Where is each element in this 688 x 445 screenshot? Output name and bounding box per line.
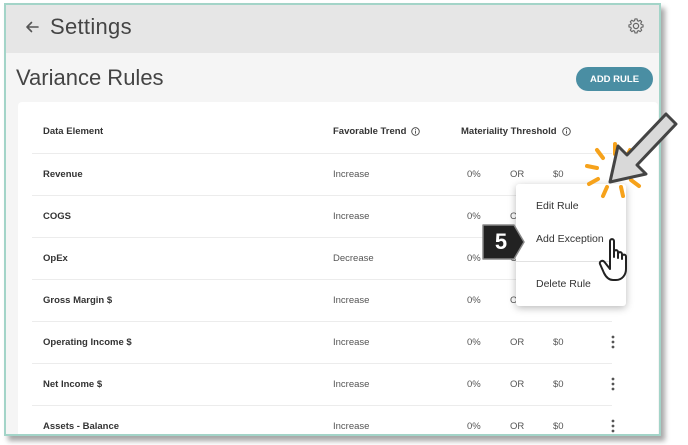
row-amount: $0 [553,169,564,180]
row-percent: 0% [467,295,481,306]
row-amount: $0 [553,337,564,348]
info-icon[interactable] [561,127,571,136]
table-row[interactable]: Assets - Balance Increase 0% OR $0 [32,406,615,434]
page-title: Variance Rules [16,65,164,90]
row-name: Operating Income $ [43,337,132,348]
row-name: COGS [43,211,71,222]
row-or: OR [510,337,525,348]
row-or: OR [510,421,525,432]
back-arrow-icon[interactable] [22,17,42,37]
row-amount: $0 [553,421,564,432]
step-number: 5 [494,229,508,254]
pointer-arrow-icon [608,112,678,184]
row-name: OpEx [43,253,68,264]
row-percent: 0% [467,337,481,348]
menu-item-add-exception[interactable]: Add Exception [536,233,604,245]
info-icon[interactable] [411,127,421,136]
table-row[interactable]: Net Income $ Increase 0% OR $0 [32,364,615,406]
pointer-hand-icon [598,238,627,281]
row-name: Assets - Balance [43,421,120,432]
add-rule-button[interactable]: ADD RULE [576,67,653,91]
row-percent: 0% [467,211,481,222]
row-trend: Increase [333,337,370,348]
row-trend: Decrease [333,253,374,264]
row-trend: Increase [333,211,370,222]
row-trend: Increase [333,295,370,306]
kebab-menu-icon[interactable] [610,335,616,349]
row-name: Revenue [43,169,83,180]
header-data-element: Data Element [43,126,104,137]
gear-icon[interactable] [627,17,645,35]
row-name: Net Income $ [43,379,103,390]
row-percent: 0% [467,379,481,390]
kebab-menu-icon[interactable] [610,419,616,433]
kebab-menu-icon[interactable] [610,377,616,391]
table-row[interactable]: Operating Income $ Increase 0% OR $0 [32,322,615,364]
top-bar: Settings [6,5,659,53]
row-percent: 0% [467,253,481,264]
header-materiality-threshold: Materiality Threshold [461,126,571,137]
row-or: OR [510,379,525,390]
row-percent: 0% [467,169,481,180]
table-header: Data Element Favorable Trend Materiality… [32,102,612,154]
header-favorable-trend: Favorable Trend [333,126,421,137]
topbar-title: Settings [50,14,132,39]
row-percent: 0% [467,421,481,432]
row-trend: Increase [333,379,370,390]
menu-item-edit-rule[interactable]: Edit Rule [536,200,579,212]
row-trend: Increase [333,421,370,432]
row-name: Gross Margin $ [43,295,113,306]
row-amount: $0 [553,379,564,390]
row-trend: Increase [333,169,370,180]
row-or: OR [510,169,525,180]
menu-item-delete-rule[interactable]: Delete Rule [536,278,591,290]
